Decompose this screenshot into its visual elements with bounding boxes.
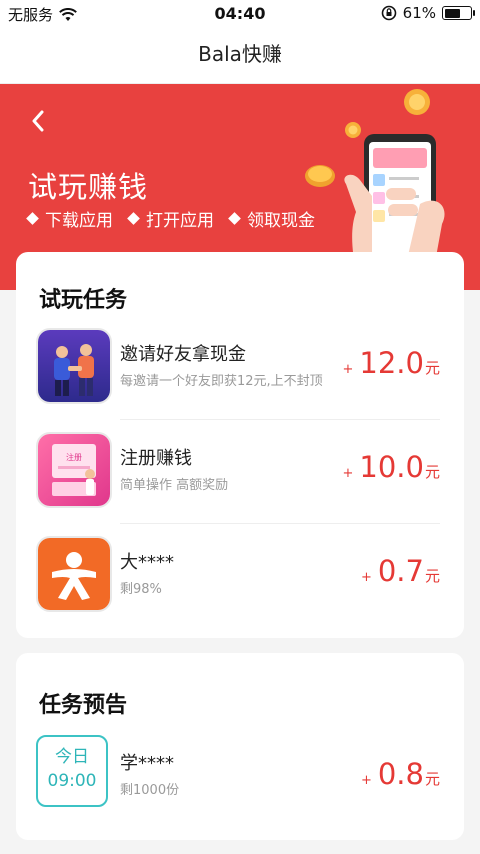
task-preview-card: 任务预告 今日 09:00 学**** 剩1000份 + 0.8 元 (16, 653, 464, 840)
banner-steps: 下载应用 打开应用 领取现金 (26, 206, 315, 231)
step-label: 下载应用 (45, 211, 113, 231)
task-name: 注册赚钱 (120, 448, 192, 469)
task-desc: 剩1000份 (120, 783, 180, 798)
task-desc: 简单操作 高额奖励 (120, 478, 229, 493)
status-bar: 无服务 04:40 61% (0, 0, 480, 28)
task-desc: 剩98% (120, 582, 162, 597)
reward-amount: 10.0 (359, 450, 424, 484)
step-open: 打开应用 (127, 206, 214, 231)
reward-amount: 12.0 (359, 346, 424, 380)
task-name: 邀请好友拿现金 (120, 344, 246, 365)
schedule-day: 今日 (55, 747, 89, 767)
task-row[interactable]: 大**** 剩98% + 0.7 元 (16, 524, 464, 628)
task-reward: + 12.0 元 (343, 346, 441, 380)
page-title: Bala快赚 (198, 42, 282, 66)
handshake-icon (36, 328, 112, 404)
reward-plus: + (360, 570, 372, 585)
banner-title: 试玩赚钱 (28, 170, 149, 204)
reward-plus: + (342, 362, 354, 377)
task-reward: + 10.0 元 (343, 450, 441, 484)
battery-percent: 61% (402, 4, 436, 22)
schedule-time: 09:00 (47, 771, 97, 791)
battery-icon (442, 6, 475, 20)
register-icon: 注册 (36, 432, 112, 508)
reward-unit: 元 (424, 463, 440, 481)
task-name: 大**** (120, 552, 174, 573)
reward-unit: 元 (424, 567, 440, 585)
task-name: 学**** (120, 753, 174, 774)
schedule-badge: 今日 09:00 (36, 735, 108, 807)
task-row[interactable]: 注册 注册赚钱 简单操作 高额奖励 + 10.0 元 (16, 420, 464, 524)
task-desc: 每邀请一个好友即获12元,上不封顶 (120, 374, 323, 389)
trial-tasks-card: 试玩任务 邀请好友拿现金 每邀请一个好友即获12元,上不封顶 + 12.0 元 … (16, 252, 464, 638)
diamond-bullet-icon (26, 212, 39, 225)
task-row[interactable]: 邀请好友拿现金 每邀请一个好友即获12元,上不封顶 + 12.0 元 (16, 316, 464, 420)
reward-unit: 元 (424, 359, 440, 377)
step-label: 打开应用 (146, 211, 214, 231)
section-title: 试玩任务 (39, 288, 128, 313)
rotation-lock-icon (381, 5, 396, 21)
diamond-bullet-icon (127, 212, 140, 225)
app-logo-icon (36, 536, 112, 612)
reward-amount: 0.7 (377, 554, 424, 588)
status-right: 61% (381, 4, 475, 22)
reward-plus: + (360, 773, 372, 788)
section-title: 任务预告 (39, 693, 128, 718)
register-icon-text: 注册 (66, 452, 82, 462)
back-icon[interactable] (24, 104, 54, 138)
diamond-bullet-icon (228, 212, 241, 225)
reward-unit: 元 (424, 770, 440, 788)
reward-plus: + (342, 466, 354, 481)
task-reward: + 0.8 元 (361, 757, 440, 791)
nav-bar: Bala快赚 (0, 28, 480, 84)
reward-amount: 0.8 (377, 757, 424, 791)
task-reward: + 0.7 元 (361, 554, 440, 588)
battery-level-fill (444, 8, 460, 18)
step-download: 下载应用 (26, 206, 113, 231)
